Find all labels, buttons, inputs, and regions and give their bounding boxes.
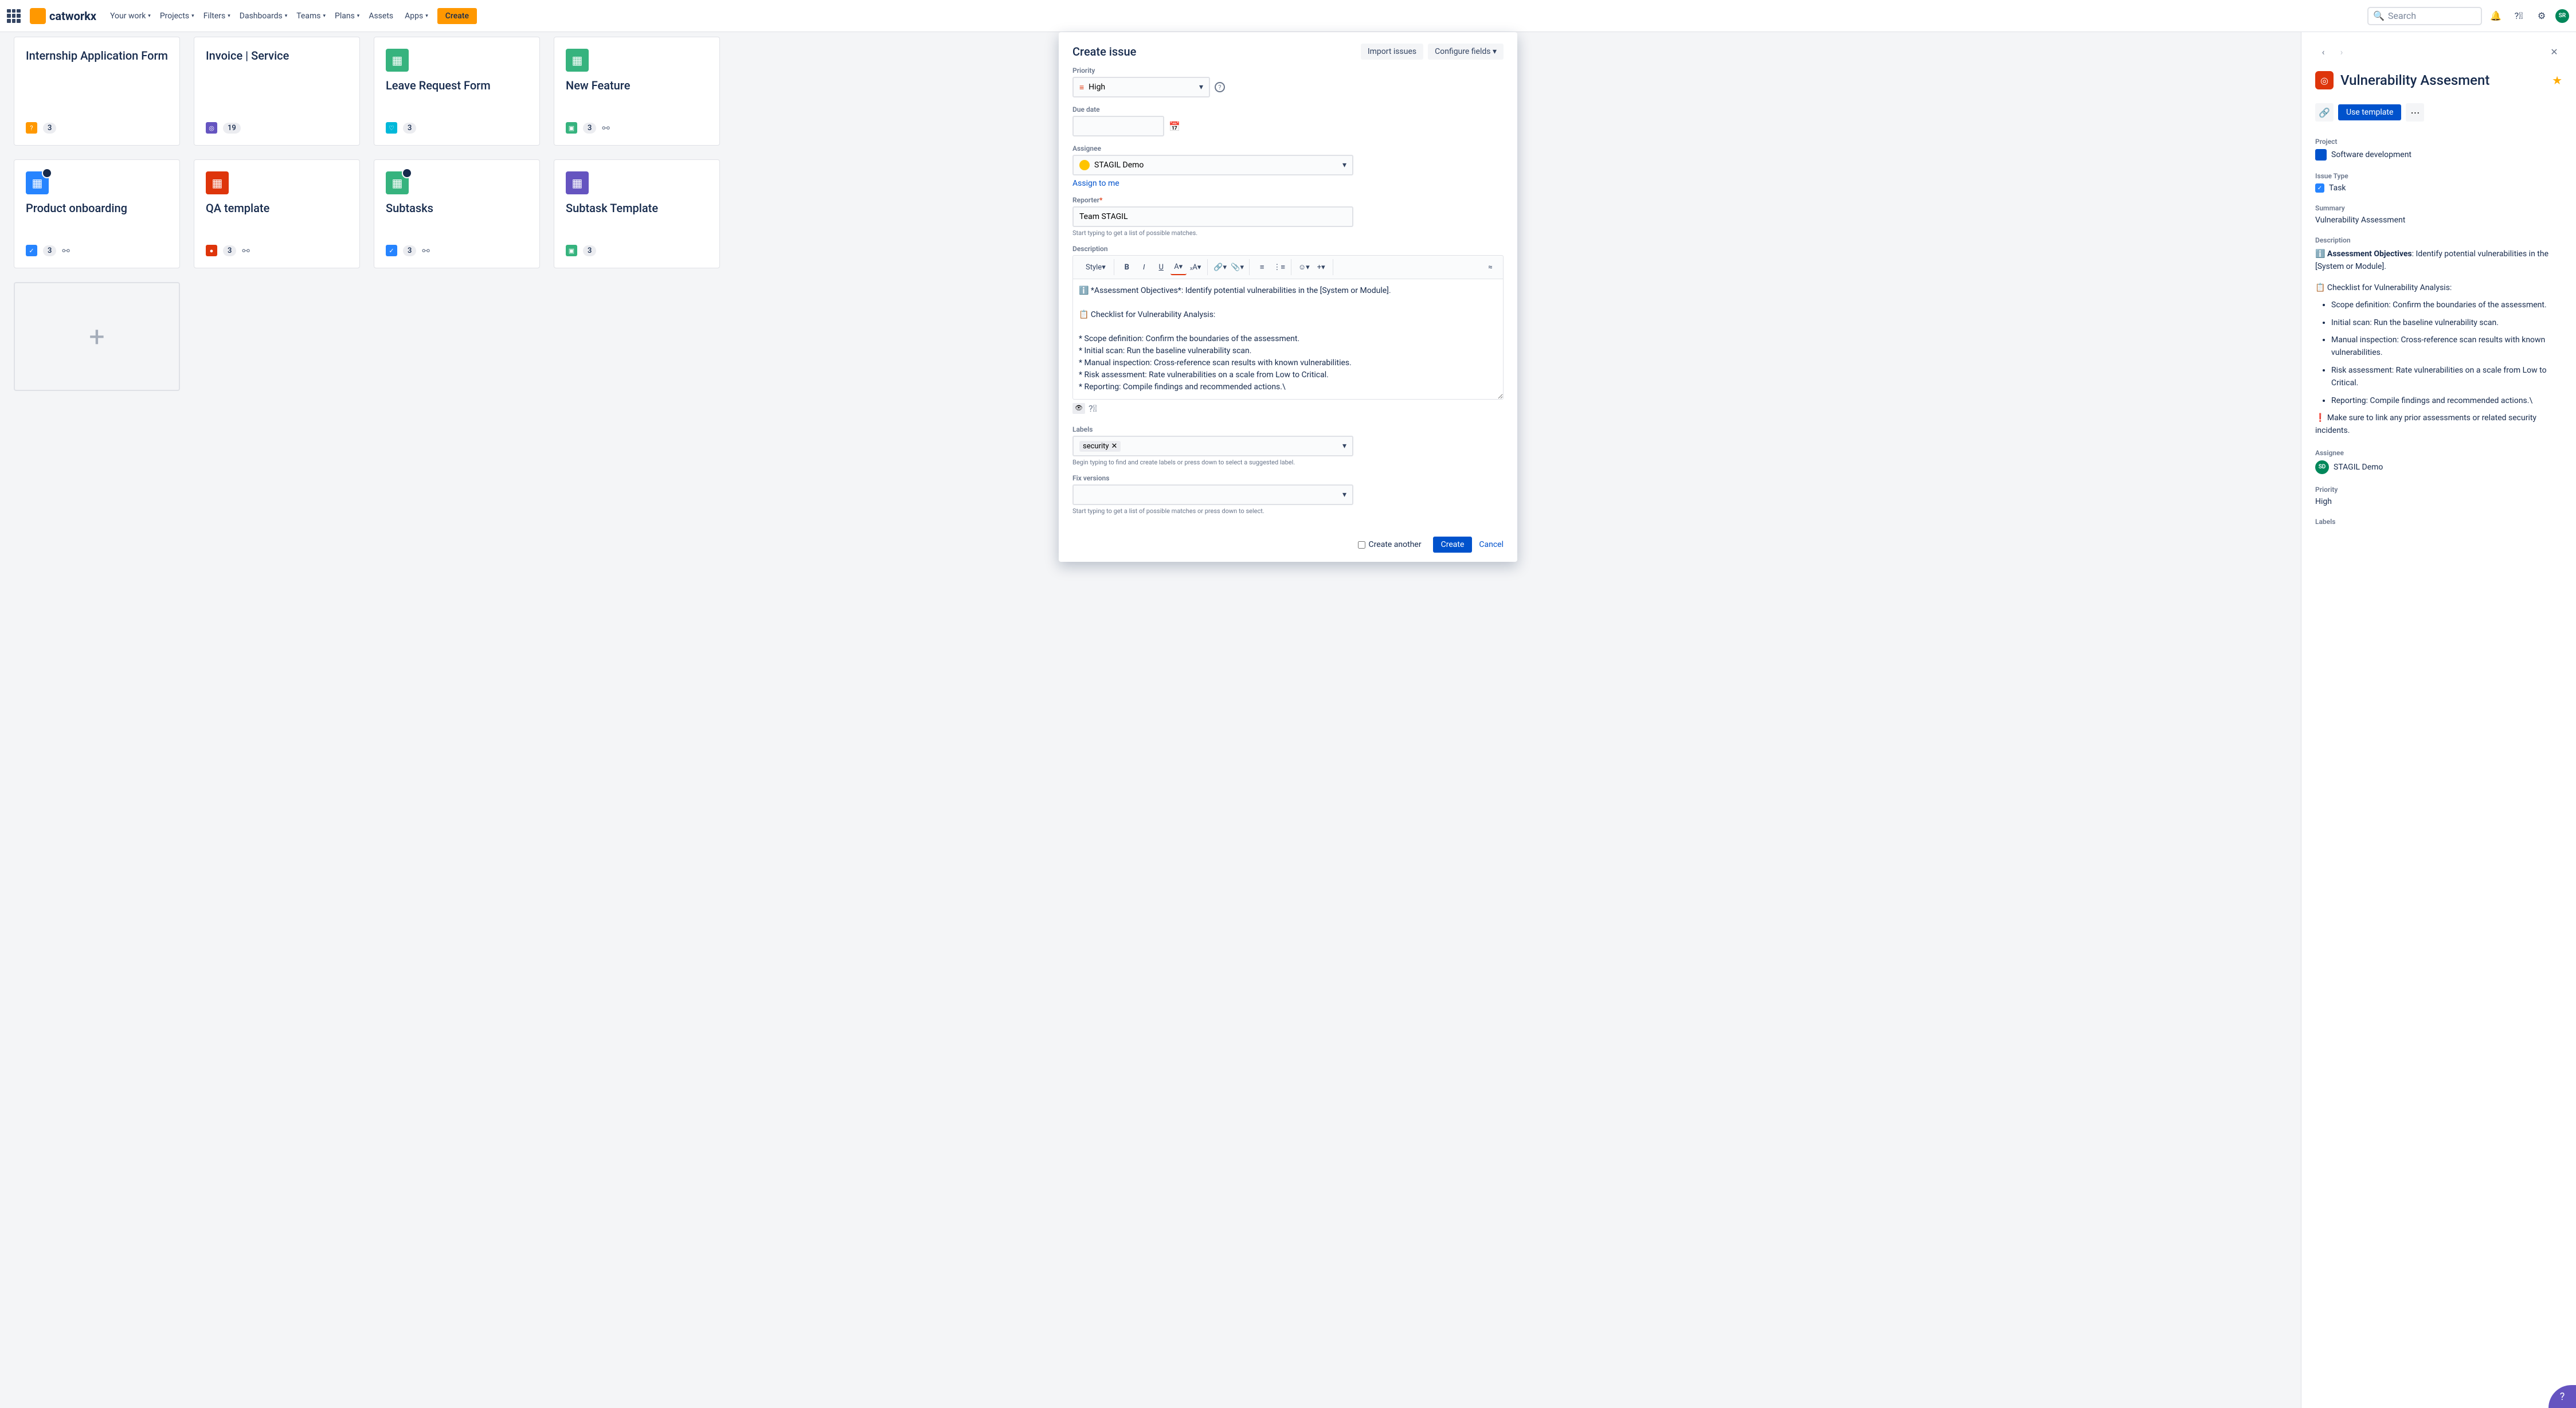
add-icon[interactable]: +▾ [1313, 259, 1329, 275]
nav-item-teams[interactable]: Teams [292, 8, 330, 24]
editor-help-icon[interactable]: ?⃝ [1089, 403, 1097, 414]
emoji-icon[interactable]: ☺▾ [1296, 259, 1312, 275]
attachment-icon[interactable]: 📎▾ [1230, 259, 1246, 275]
assign-to-me-link[interactable]: Assign to me [1072, 179, 1119, 188]
editor-toolbar: Style▾ B I U A▾ ₓA▾ 🔗▾ 📎▾ ≡ ⋮≡ [1072, 255, 1504, 279]
labels-field-label: Labels [1072, 425, 1504, 433]
calendar-icon[interactable]: 📅 [1169, 121, 1180, 132]
duedate-input[interactable] [1072, 116, 1164, 136]
nav-item-apps[interactable]: Apps [400, 8, 433, 24]
search-icon: 🔍 [2373, 10, 2385, 21]
info-icon[interactable]: ? [1215, 82, 1225, 92]
assignee-avatar-icon [1079, 160, 1090, 170]
reporter-input[interactable]: Team STAGIL [1072, 206, 1353, 227]
style-dropdown[interactable]: Style▾ [1081, 259, 1110, 275]
import-issues-button[interactable]: Import issues [1361, 44, 1423, 60]
create-another-checkbox[interactable]: Create another [1358, 540, 1422, 549]
priority-select[interactable]: ≡ High ▾ [1072, 77, 1210, 97]
link-tool-icon[interactable]: 🔗▾ [1212, 259, 1228, 275]
underline-icon[interactable]: U [1153, 259, 1169, 275]
nav-item-dashboards[interactable]: Dashboards [235, 8, 292, 24]
duedate-field-label: Due date [1072, 105, 1504, 114]
nav-item-projects[interactable]: Projects [155, 8, 199, 24]
modal-title: Create issue [1072, 45, 1356, 58]
create-issue-modal: Create issue Import issues Configure fie… [1059, 32, 1517, 562]
modal-overlay: Create issue Import issues Configure fie… [0, 32, 2576, 1408]
labels-select[interactable]: security ✕ ▾ [1072, 436, 1353, 456]
bullet-list-icon[interactable]: ≡ [1254, 259, 1270, 275]
logo-icon [30, 8, 46, 24]
priority-field-label: Priority [1072, 67, 1504, 75]
description-field-label: Description [1072, 245, 1504, 253]
logo-text: catworkx [49, 9, 96, 23]
bold-icon[interactable]: B [1119, 259, 1135, 275]
fixversions-help-text: Start typing to get a list of possible m… [1072, 507, 1504, 515]
nav-item-assets[interactable]: Assets [364, 8, 400, 24]
nav-item-your-work[interactable]: Your work [105, 8, 155, 24]
search-placeholder: Search [2388, 10, 2416, 21]
label-chip[interactable]: security ✕ [1079, 441, 1121, 452]
assignee-field-label: Assignee [1072, 144, 1504, 152]
configure-fields-button[interactable]: Configure fields ▾ [1428, 44, 1504, 60]
numbered-list-icon[interactable]: ⋮≡ [1271, 259, 1287, 275]
visual-tab-icon[interactable]: 👁 [1072, 403, 1085, 414]
create-button[interactable]: Create [437, 8, 477, 24]
create-submit-button[interactable]: Create [1433, 537, 1473, 553]
search-input[interactable]: 🔍 Search [2367, 7, 2482, 25]
assignee-select[interactable]: STAGIL Demo ▾ [1072, 155, 1353, 175]
fixversions-select[interactable]: ▾ [1072, 484, 1353, 505]
app-switcher-icon[interactable] [7, 9, 21, 23]
subscript-icon[interactable]: ₓA▾ [1188, 259, 1204, 275]
user-avatar[interactable]: SR [2555, 9, 2569, 23]
top-navigation: catworkx Your workProjectsFiltersDashboa… [0, 0, 2576, 32]
reporter-field-label: Reporter* [1072, 196, 1504, 204]
fixversions-field-label: Fix versions [1072, 474, 1504, 482]
reporter-help-text: Start typing to get a list of possible m… [1072, 229, 1504, 237]
settings-icon[interactable]: ⚙ [2532, 7, 2551, 25]
text-color-icon[interactable]: A▾ [1170, 259, 1187, 275]
collapse-icon[interactable]: ≈ [1482, 259, 1498, 275]
help-icon[interactable]: ?⃝ [2510, 7, 2528, 25]
nav-item-plans[interactable]: Plans [330, 8, 364, 24]
priority-high-icon: ≡ [1079, 83, 1084, 92]
labels-help-text: Begin typing to find and create labels o… [1072, 459, 1504, 466]
cancel-button[interactable]: Cancel [1479, 540, 1504, 549]
nav-item-filters[interactable]: Filters [199, 8, 235, 24]
logo[interactable]: catworkx [30, 8, 96, 24]
description-editor[interactable]: ℹ️ *Assessment Objectives*: Identify pot… [1072, 279, 1504, 400]
italic-icon[interactable]: I [1136, 259, 1152, 275]
notifications-icon[interactable]: 🔔 [2487, 7, 2505, 25]
